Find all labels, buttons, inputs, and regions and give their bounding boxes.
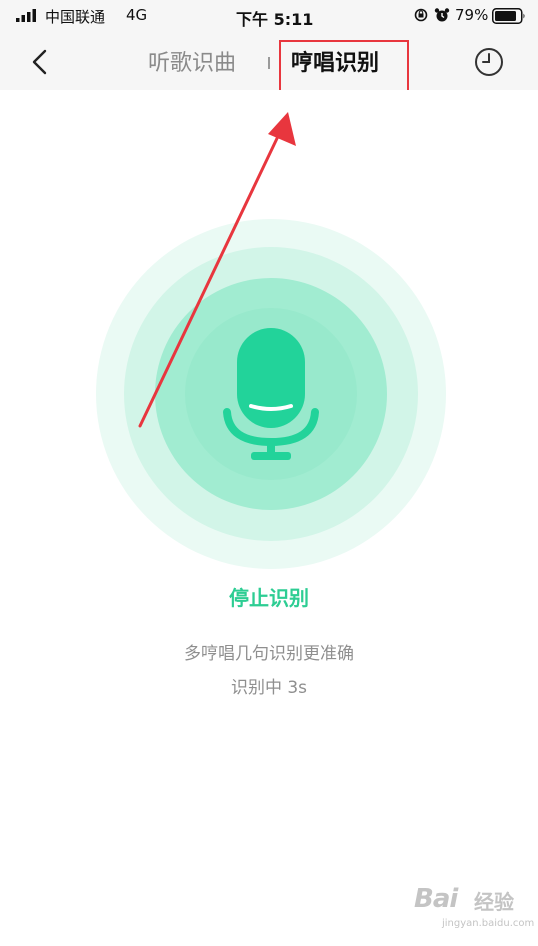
tab-divider bbox=[268, 57, 270, 69]
stop-recognition-button[interactable]: 停止识别 bbox=[0, 582, 538, 611]
baidu-jingyan-watermark: Bai 经验 jingyan.baidu.com bbox=[414, 884, 534, 936]
battery-icon bbox=[492, 8, 525, 24]
status-bar: 中国联通 4G 下午 5:11 79% bbox=[0, 0, 538, 32]
rotation-lock-icon bbox=[414, 8, 428, 22]
annotation-highlight-box bbox=[279, 40, 409, 96]
watermark-brand: Bai bbox=[414, 884, 458, 914]
battery-percent: 79% bbox=[455, 6, 489, 24]
hint-text: 多哼唱几句识别更准确 bbox=[184, 644, 354, 664]
chevron-left-icon bbox=[32, 49, 47, 75]
nav-bar: 听歌识曲 哼唱识别 bbox=[0, 32, 538, 96]
tab-listen-recognize[interactable]: 听歌识曲 bbox=[148, 45, 236, 77]
recognition-status: 识别中 3s bbox=[230, 678, 308, 698]
microphone-icon bbox=[223, 328, 319, 460]
mic-button[interactable] bbox=[215, 328, 327, 462]
history-button[interactable] bbox=[472, 45, 506, 79]
alarm-icon bbox=[434, 8, 450, 22]
back-button[interactable] bbox=[20, 42, 60, 82]
watermark-url: jingyan.baidu.com bbox=[442, 918, 535, 929]
watermark-sub: 经验 bbox=[474, 890, 514, 914]
network-type: 4G bbox=[126, 6, 148, 24]
clock-icon bbox=[475, 48, 503, 76]
signal-icon bbox=[16, 9, 36, 22]
carrier-name: 中国联通 bbox=[45, 8, 106, 26]
screen: 中国联通 4G 下午 5:11 79% 听歌识曲 哼唱识别 停止识别 多哼唱几句… bbox=[0, 0, 538, 946]
clock-time: 下午 5:11 bbox=[236, 10, 314, 29]
